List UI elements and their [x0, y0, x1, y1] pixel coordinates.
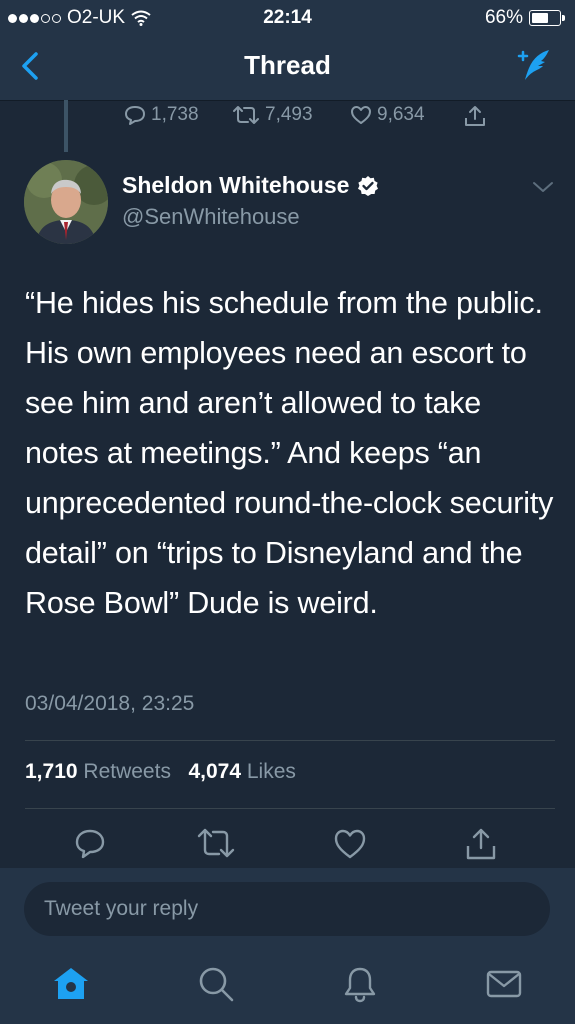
navigation-bar: Thread: [0, 36, 575, 96]
retweet-icon: [233, 106, 259, 124]
like-icon[interactable]: [332, 826, 368, 862]
previous-tweet-actions: 1,738 7,493 9,634: [0, 100, 575, 130]
previous-like-action[interactable]: 9,634: [350, 104, 425, 126]
chevron-down-icon[interactable]: [531, 180, 555, 194]
author-handle[interactable]: @SenWhitehouse: [122, 204, 300, 230]
divider: [25, 808, 555, 809]
compose-tweet-icon[interactable]: [513, 44, 555, 86]
retweets-count[interactable]: 1,710: [25, 760, 78, 783]
tweet-actions: [0, 820, 575, 868]
share-icon[interactable]: [463, 826, 499, 862]
author-name-row[interactable]: Sheldon Whitehouse: [122, 172, 379, 199]
reply-and-tab-area: Tweet your reply: [0, 868, 575, 1024]
top-bar: O2-UK 22:14 66% Thread: [0, 0, 575, 101]
reply-icon: [125, 106, 145, 125]
notifications-icon[interactable]: [340, 964, 380, 1004]
share-icon: [465, 106, 485, 126]
retweet-icon[interactable]: [196, 826, 236, 862]
tweet-text: “He hides his schedule from the public. …: [25, 286, 554, 620]
battery-icon: [529, 10, 565, 26]
previous-replies-count: 1,738: [151, 104, 199, 125]
previous-retweets-count: 7,493: [265, 104, 313, 125]
previous-share-action[interactable]: [463, 104, 487, 128]
search-icon[interactable]: [196, 964, 236, 1004]
retweets-label[interactable]: Retweets: [83, 760, 171, 783]
author-avatar[interactable]: [24, 160, 108, 244]
author-name: Sheldon Whitehouse: [122, 172, 350, 198]
divider: [25, 740, 555, 741]
reply-input[interactable]: Tweet your reply: [24, 882, 550, 936]
like-icon: [351, 106, 371, 124]
likes-count[interactable]: 4,074: [188, 760, 241, 783]
previous-reply-action[interactable]: 1,738: [124, 104, 199, 126]
tweet-timestamp: 03/04/2018, 23:25: [25, 692, 195, 715]
previous-retweet-action[interactable]: 7,493: [232, 104, 313, 126]
reply-icon[interactable]: [72, 826, 108, 862]
page-title: Thread: [244, 50, 331, 80]
battery-status: 66%: [484, 7, 565, 29]
home-icon[interactable]: [51, 964, 91, 1004]
messages-icon[interactable]: [484, 964, 524, 1004]
verified-badge-icon: [358, 175, 379, 196]
battery-percent: 66%: [484, 7, 523, 28]
likes-label[interactable]: Likes: [247, 760, 296, 783]
engagement-stats: 1,710 Retweets 4,074 Likes: [25, 760, 296, 784]
status-bar: O2-UK 22:14 66%: [0, 0, 575, 36]
reply-placeholder: Tweet your reply: [44, 897, 199, 920]
previous-likes-count: 9,634: [377, 104, 425, 125]
